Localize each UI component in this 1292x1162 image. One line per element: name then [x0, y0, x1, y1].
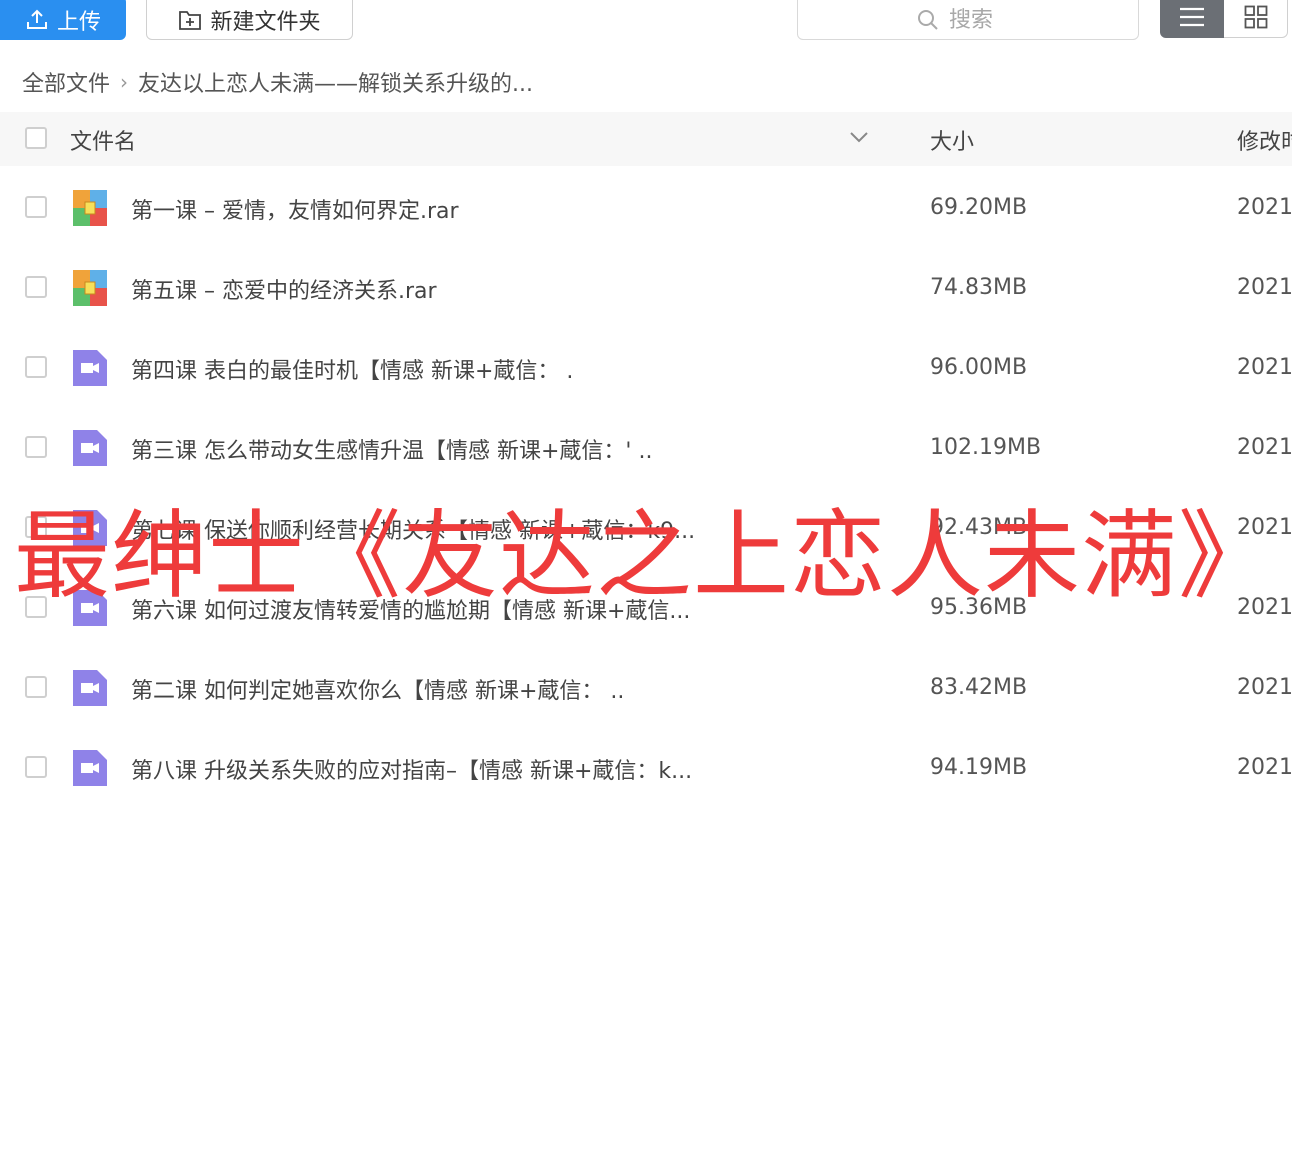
row-checkbox[interactable]: [25, 276, 47, 298]
new-folder-label: 新建文件夹: [210, 10, 321, 35]
file-size: 102.19MB: [930, 435, 1042, 460]
list-view-icon: [1180, 7, 1204, 27]
file-size: 96.00MB: [930, 355, 1028, 380]
new-folder-button[interactable]: 新建文件夹: [146, 0, 353, 40]
row-checkbox[interactable]: [25, 756, 47, 778]
column-header-date[interactable]: 修改时: [1237, 124, 1292, 156]
search-icon: [918, 10, 938, 30]
row-checkbox[interactable]: [25, 196, 47, 218]
file-name[interactable]: 第二课 如何判定她喜欢你么【情感 新课+蔵信： ..: [131, 673, 624, 705]
table-row[interactable]: 第二课 如何判定她喜欢你么【情感 新课+蔵信： .. 83.42MB 2021.: [0, 648, 1292, 728]
file-name[interactable]: 第五课 – 恋爱中的经济关系.rar: [131, 273, 437, 305]
row-checkbox[interactable]: [25, 436, 47, 458]
file-date: 2021.: [1237, 275, 1292, 300]
upload-icon: [26, 9, 47, 29]
file-date: 2021.: [1237, 195, 1292, 220]
search-box[interactable]: [797, 0, 1139, 40]
video-file-icon: [73, 430, 107, 466]
chevron-right-icon: ›: [120, 70, 129, 94]
table-row[interactable]: 第五课 – 恋爱中的经济关系.rar 74.83MB 2021.: [0, 248, 1292, 328]
file-date: 2021.: [1237, 355, 1292, 380]
column-header-size[interactable]: 大小: [930, 124, 974, 156]
file-date: 2021.: [1237, 755, 1292, 780]
table-row[interactable]: 第三课 怎么带动女生感情升温【情感 新课+蔵信：' .. 102.19MB 20…: [0, 408, 1292, 488]
watermark-text: 最绅士《友达之上恋人未满》: [14, 500, 1275, 612]
file-size: 83.42MB: [930, 675, 1028, 700]
video-file-icon: [73, 750, 107, 786]
file-date: 2021.: [1237, 675, 1292, 700]
select-all-checkbox[interactable]: [25, 127, 47, 149]
search-input[interactable]: [949, 7, 1019, 33]
breadcrumb-root[interactable]: 全部文件: [22, 66, 110, 98]
file-name[interactable]: 第八课 升级关系失败的应对指南–【情感 新课+蔵信：k...: [131, 753, 692, 785]
row-checkbox[interactable]: [25, 356, 47, 378]
upload-label: 上传: [56, 10, 101, 35]
archive-icon: [73, 270, 107, 306]
row-checkbox[interactable]: [25, 676, 47, 698]
file-date: 2021.: [1237, 435, 1292, 460]
table-row[interactable]: 第八课 升级关系失败的应对指南–【情感 新课+蔵信：k... 94.19MB 2…: [0, 728, 1292, 808]
new-folder-icon: [179, 11, 202, 30]
video-file-icon: [73, 350, 107, 386]
view-toggle: [1160, 0, 1288, 38]
table-row[interactable]: 第一课 – 爱情，友情如何界定.rar 69.20MB 2021.: [0, 168, 1292, 248]
file-size: 69.20MB: [930, 195, 1028, 220]
grid-view-icon: [1244, 5, 1267, 29]
file-size: 94.19MB: [930, 755, 1028, 780]
file-name[interactable]: 第四课 表白的最佳时机【情感 新课+蔵信： .: [131, 353, 573, 385]
breadcrumb: 全部文件 › 友达以上恋人未满——解锁关系升级的...: [22, 66, 533, 98]
table-row[interactable]: 第四课 表白的最佳时机【情感 新课+蔵信： . 96.00MB 2021.: [0, 328, 1292, 408]
upload-button[interactable]: 上传: [0, 0, 126, 40]
breadcrumb-current: 友达以上恋人未满——解锁关系升级的...: [138, 72, 533, 97]
toolbar: 上传 新建文件夹: [0, 0, 1292, 42]
grid-view-button[interactable]: [1224, 0, 1288, 38]
file-size: 74.83MB: [930, 275, 1028, 300]
file-name[interactable]: 第一课 – 爱情，友情如何界定.rar: [131, 193, 459, 225]
archive-icon: [73, 190, 107, 226]
list-view-button[interactable]: [1160, 0, 1224, 38]
table-header: 文件名 大小 修改时: [0, 112, 1292, 166]
file-name[interactable]: 第三课 怎么带动女生感情升温【情感 新课+蔵信：' ..: [131, 433, 652, 465]
column-header-name[interactable]: 文件名: [70, 124, 136, 156]
video-file-icon: [73, 670, 107, 706]
chevron-down-icon[interactable]: [848, 126, 870, 148]
